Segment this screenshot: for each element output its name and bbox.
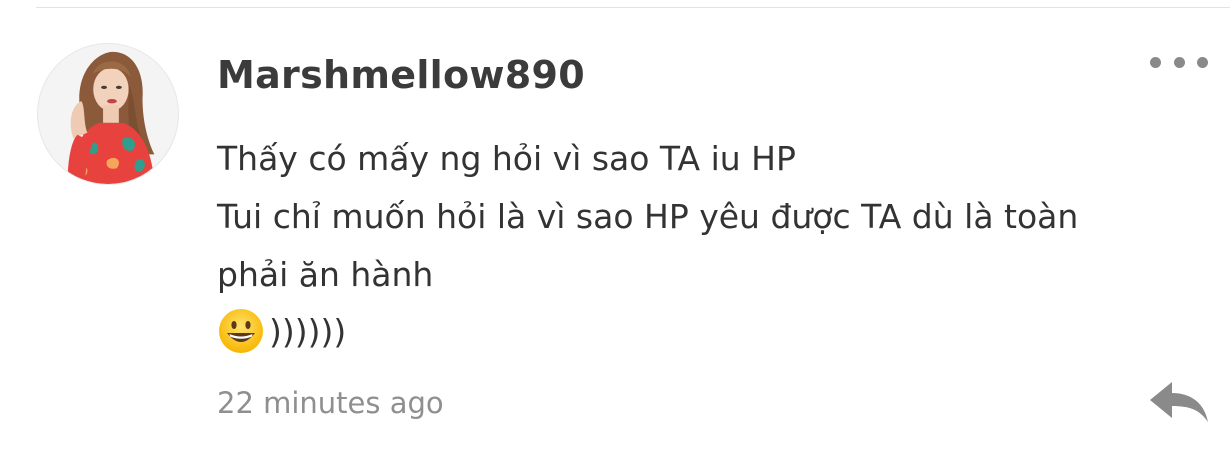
grinning-face-emoji-icon xyxy=(219,309,263,353)
comment-line: phải ăn hành xyxy=(217,255,434,294)
emoji-suffix-text: )))))) xyxy=(269,311,347,351)
comment-line: Tui chỉ muốn hỏi là vì sao HP yêu được T… xyxy=(217,197,1079,236)
more-horizontal-icon xyxy=(1197,56,1208,68)
username[interactable]: Marshmellow890 xyxy=(217,50,585,100)
top-divider xyxy=(36,7,1230,8)
more-horizontal-icon xyxy=(1173,56,1185,68)
comment-text: Thấy có mấy ng hỏi vì sao TA iu HP Tui c… xyxy=(217,130,1157,304)
reply-button[interactable] xyxy=(1146,378,1212,426)
more-options-button[interactable] xyxy=(1146,50,1212,74)
more-horizontal-icon xyxy=(1150,56,1161,68)
comment-line: Thấy có mấy ng hỏi vì sao TA iu HP xyxy=(217,139,796,178)
avatar-photo xyxy=(38,44,178,184)
comment-emoji-line: )))))) xyxy=(217,303,346,359)
comment-timestamp: 22 minutes ago xyxy=(217,386,444,420)
avatar[interactable] xyxy=(37,43,179,185)
reply-arrow-icon xyxy=(1150,382,1208,422)
